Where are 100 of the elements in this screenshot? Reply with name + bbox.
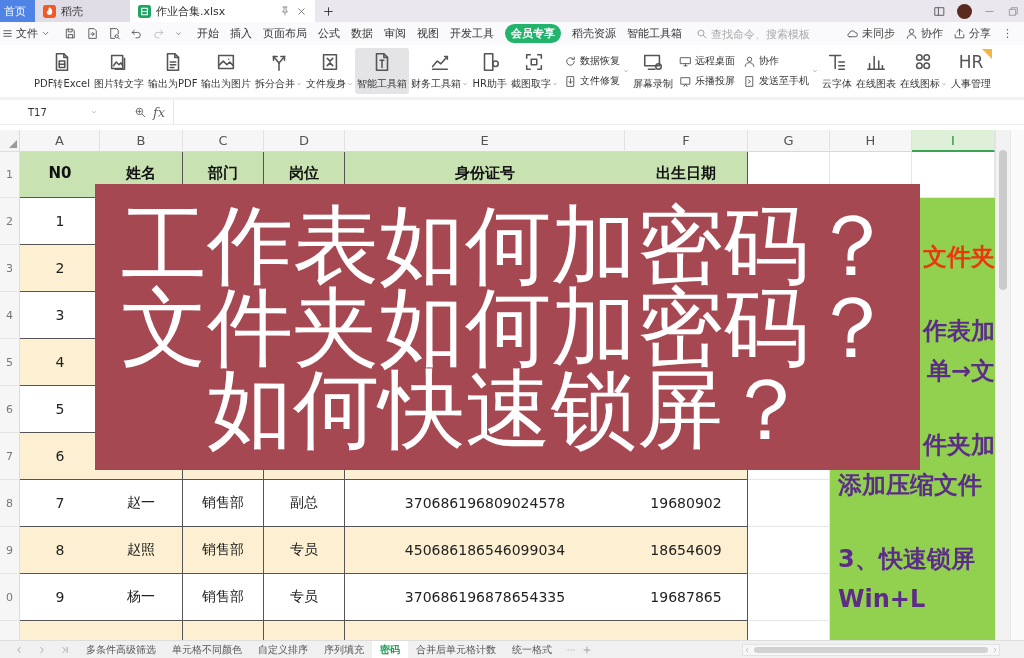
sheet-tab[interactable]: 自定义排序	[250, 641, 316, 658]
sheet-tab[interactable]: 合并后单元格计数	[408, 641, 504, 658]
add-icon[interactable]	[322, 4, 335, 18]
ribbon-button[interactable]: 发送至手机	[740, 73, 811, 89]
row-number[interactable]: 2	[0, 198, 20, 245]
window-layout-icon[interactable]	[933, 4, 946, 18]
pin-icon[interactable]	[279, 5, 291, 17]
ribbon-button[interactable]: 智能工具箱	[355, 48, 410, 94]
menu-tab[interactable]: 稻壳资源	[572, 24, 616, 43]
row-number[interactable]: 3	[0, 245, 20, 292]
ribbon-button[interactable]: 数据恢复	[561, 53, 622, 69]
refresh-icon	[563, 54, 577, 68]
ribbon-button[interactable]: 在线图表	[853, 48, 898, 94]
sheet-tab[interactable]: 多条件高级筛选	[78, 641, 164, 658]
column-header[interactable]: D	[264, 130, 345, 152]
menu-tab[interactable]: 页面布局	[263, 24, 307, 43]
skip-to-end-icon[interactable]	[60, 644, 70, 655]
row-number[interactable]: 0	[0, 574, 20, 621]
scrollbar-thumb[interactable]	[754, 646, 988, 653]
ribbon-button[interactable]: 云字体	[819, 48, 854, 94]
ribbon-button[interactable]: 远程桌面	[676, 53, 737, 69]
ribbon-button[interactable]: 截图取字	[508, 48, 560, 94]
row-number[interactable]: 5	[0, 339, 20, 386]
function-button[interactable]: fx	[149, 104, 170, 120]
sheet-tab[interactable]: 单元格不同颜色	[164, 641, 250, 658]
chevron-right-icon[interactable]	[37, 644, 47, 655]
scrollbar-thumb[interactable]	[999, 150, 1007, 290]
menu-icon	[2, 28, 13, 39]
column-header[interactable]: A	[20, 130, 100, 152]
column-header[interactable]: G	[748, 130, 830, 152]
menu-tab[interactable]: 开发工具	[450, 24, 494, 43]
column-header[interactable]: H	[830, 130, 912, 152]
save-icon[interactable]	[64, 27, 77, 40]
name-box[interactable]: T17	[28, 106, 90, 118]
menu-tab[interactable]: 审阅	[384, 24, 406, 43]
chevron-left-icon[interactable]	[14, 644, 24, 655]
ribbon-button[interactable]: HR助手	[470, 48, 509, 94]
ribbon-button[interactable]: 文件瘦身	[304, 48, 356, 94]
document-tab[interactable]: 作业合集.xlsx	[130, 0, 315, 22]
ribbon-button[interactable]: 图片转文字	[92, 48, 146, 94]
note-text: Win+L	[838, 586, 926, 614]
avatar[interactable]	[957, 3, 972, 19]
menu-tab[interactable]: 开始	[197, 24, 219, 43]
close-icon[interactable]	[296, 5, 307, 17]
column-header[interactable]: I	[912, 130, 995, 152]
ribbon-button[interactable]: 输出为PDF	[146, 48, 200, 94]
document-tab[interactable]: 稻壳	[35, 0, 130, 22]
horizontal-scrollbar[interactable]	[742, 643, 1000, 656]
toolbar-button[interactable]: 协作	[905, 26, 943, 41]
ribbon-button[interactable]: 在线图标	[897, 48, 949, 94]
ribbon-button[interactable]: 屏幕录制	[630, 48, 675, 94]
row-number[interactable]: 6	[0, 386, 20, 433]
column-header[interactable]: F	[625, 130, 748, 152]
ribbon-button[interactable]: 输出为图片	[199, 48, 254, 94]
table-cell: 销售部	[183, 574, 264, 621]
menu-tab[interactable]: 视图	[417, 24, 439, 43]
table-cell: 专员	[264, 527, 345, 574]
row-number[interactable]: 8	[0, 480, 20, 527]
print-preview-icon[interactable]	[108, 27, 121, 40]
search-field[interactable]: 查找命令、搜索模板	[696, 27, 816, 40]
caret-down-icon[interactable]	[90, 108, 98, 116]
ribbon-button[interactable]: 乐播投屏	[676, 73, 737, 89]
document-tab[interactable]: 首页	[0, 0, 35, 22]
sheet-tab[interactable]: 序列填充	[316, 641, 372, 658]
chevron-left-icon[interactable]	[743, 645, 751, 654]
ribbon-button[interactable]: 拆分合并	[253, 48, 305, 94]
caret-down-icon[interactable]	[174, 29, 183, 38]
restore-icon[interactable]	[1007, 4, 1020, 18]
table-header-cell: N0	[20, 152, 100, 198]
note-text: 添加压缩文件	[838, 472, 982, 500]
ribbon-button[interactable]: 文件修复	[561, 73, 622, 89]
vertical-scrollbar[interactable]	[995, 130, 1010, 640]
row-number[interactable]: 9	[0, 527, 20, 574]
table-cell: 销售部	[183, 527, 264, 574]
toolbar-button[interactable]: 分享	[953, 26, 991, 41]
menu-tab[interactable]: 智能工具箱	[627, 24, 682, 43]
document-arrow-icon[interactable]	[86, 27, 99, 40]
menu-tab[interactable]: 数据	[351, 24, 373, 43]
zoom-in-icon[interactable]	[134, 105, 147, 119]
row-number[interactable]: 4	[0, 292, 20, 339]
menu-tab[interactable]: 插入	[230, 24, 252, 43]
ribbon-button[interactable]: HR 人事管理	[948, 48, 993, 94]
column-header[interactable]: B	[100, 130, 183, 152]
column-header[interactable]: E	[345, 130, 625, 152]
undo-icon[interactable]	[130, 27, 143, 40]
chevron-right-icon[interactable]	[991, 645, 999, 654]
select-all-corner[interactable]	[0, 130, 20, 152]
ribbon-button[interactable]: 协作	[740, 53, 811, 69]
row-number[interactable]: 7	[0, 433, 20, 480]
table-cell: 专员	[264, 574, 345, 621]
column-header[interactable]: C	[183, 130, 264, 152]
sheet-tab[interactable]: 统一格式	[504, 641, 560, 658]
row-number[interactable]: 1	[0, 152, 20, 198]
toolbar-button[interactable]: 未同步	[846, 26, 895, 41]
menu-tab[interactable]: 公式	[318, 24, 340, 43]
ribbon-button[interactable]: 财务工具箱	[409, 48, 471, 94]
ribbon-button[interactable]: PDF转Excel	[32, 48, 92, 94]
file-menu[interactable]: 文件	[0, 26, 52, 41]
redo-icon[interactable]	[152, 27, 165, 40]
sheet-tab[interactable]: 密码	[372, 641, 408, 658]
